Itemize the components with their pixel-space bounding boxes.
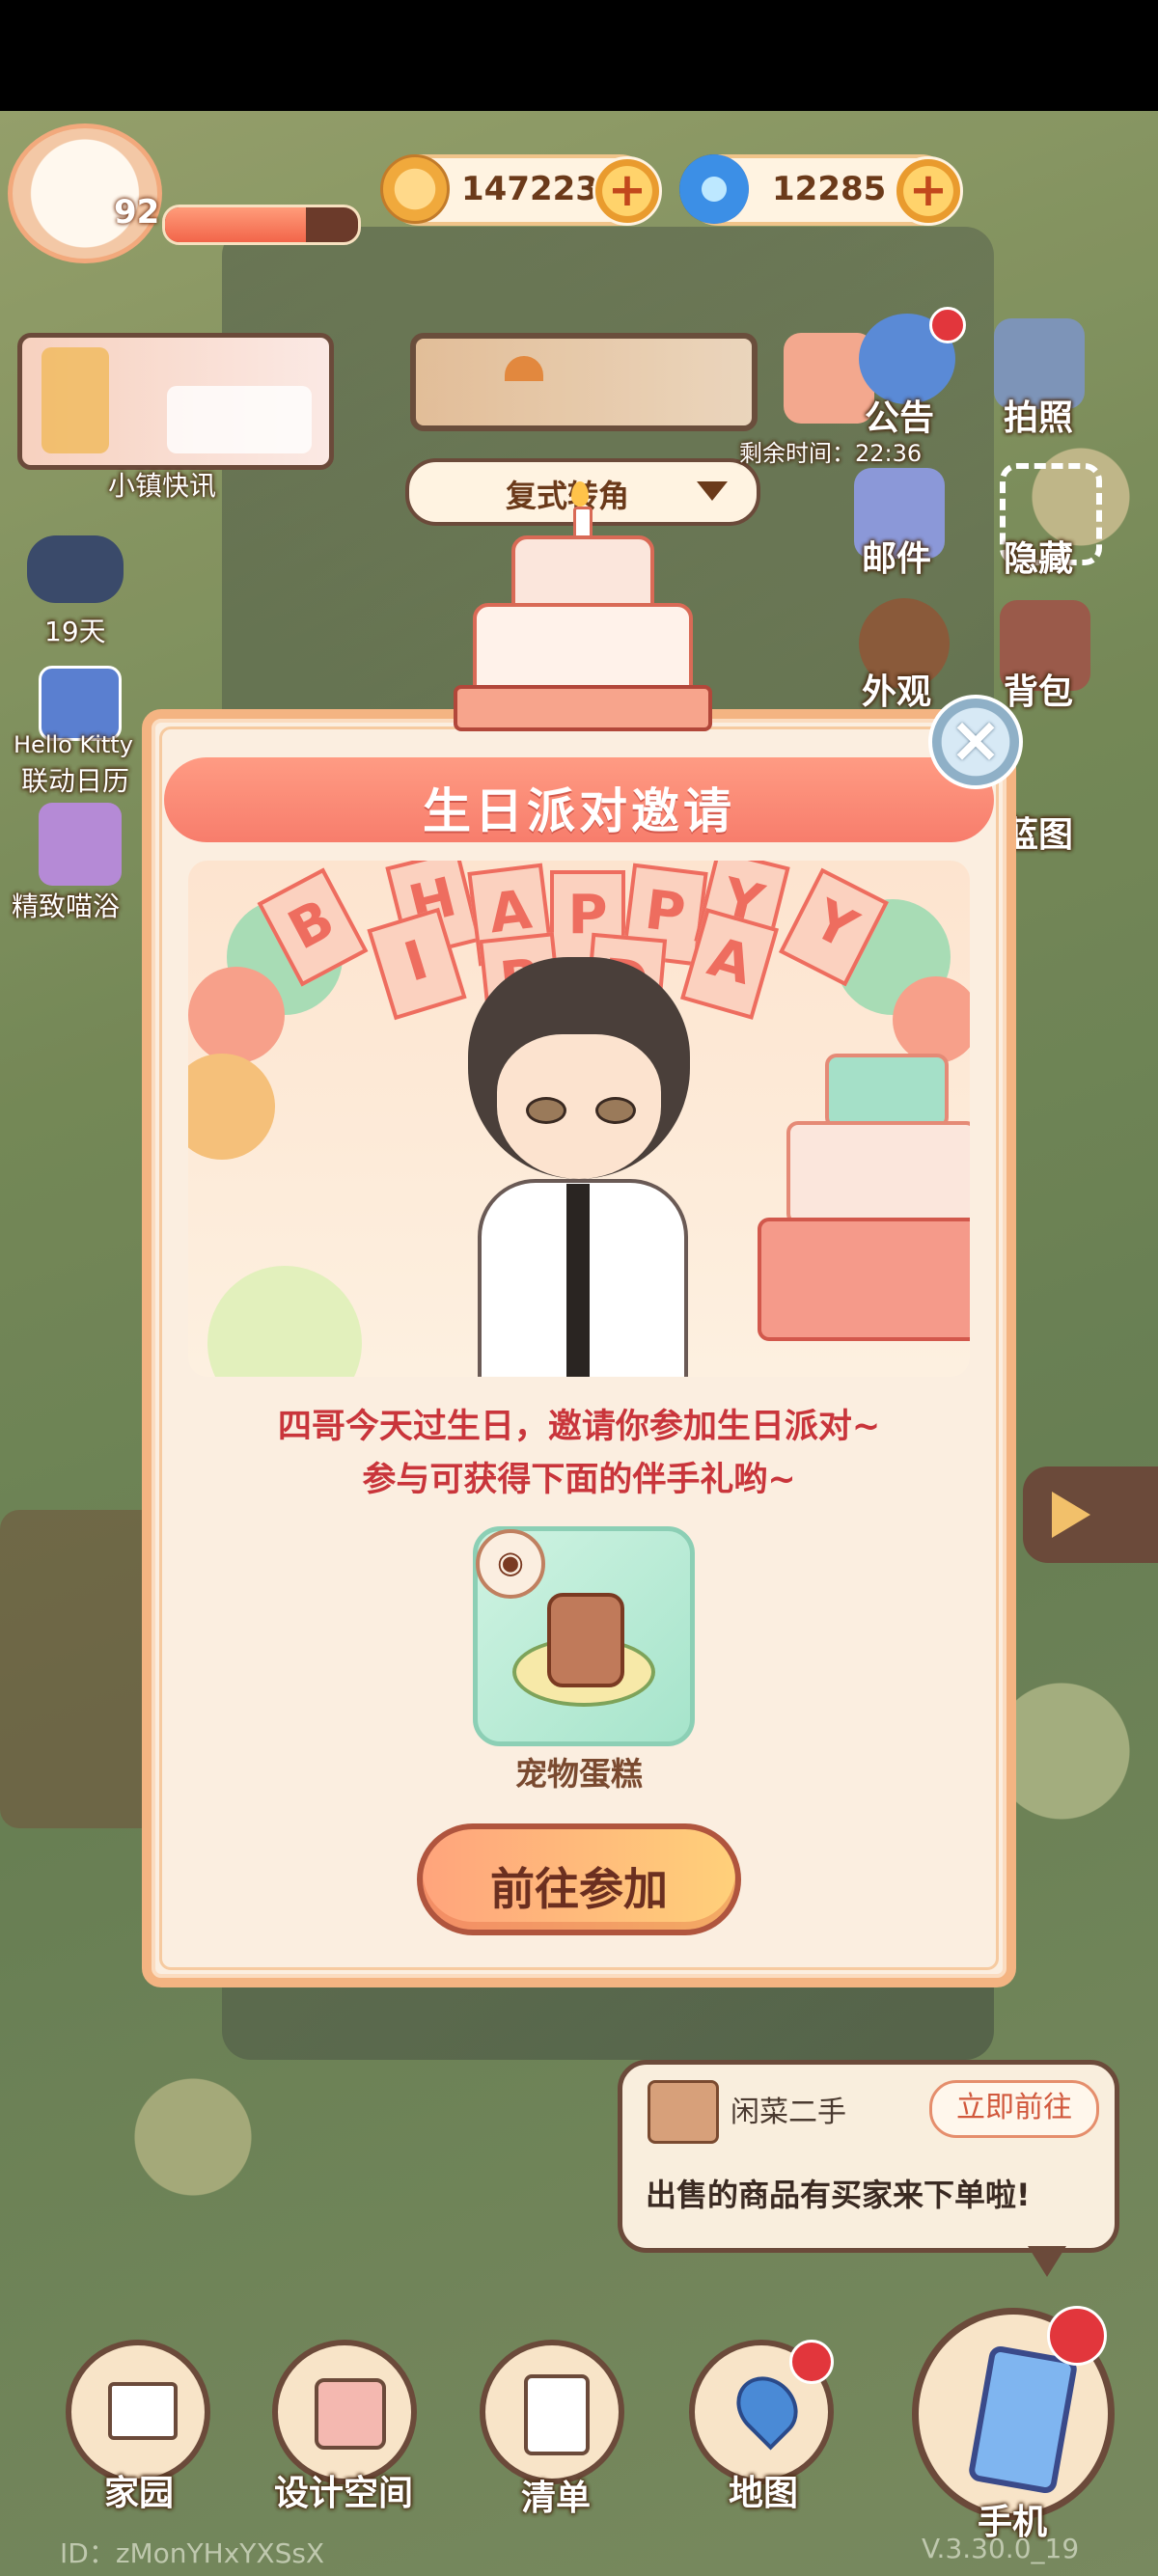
nav-list-label: 清单 [521,2479,592,2518]
notification-app-name: 闲菜二手 [731,2096,846,2129]
character-eye-left [526,1097,566,1124]
calendar-icon[interactable] [39,666,122,741]
character-face [497,1034,661,1179]
join-party-label: 前往参加 [490,1863,668,1915]
close-dialog-button[interactable]: × [928,695,1023,789]
dialog-title: 生日派对邀请 [423,783,735,839]
app-version: V.3.30.0_19 [922,2533,1080,2564]
swirl-gem-icon [679,154,749,224]
notice-badge [929,307,966,343]
add-gems-button[interactable]: + [894,156,963,226]
party-cake-tier-1 [825,1054,949,1129]
hello-kitty-thumb-icon [167,386,312,453]
eye-preview-icon[interactable]: ◉ [476,1529,545,1599]
dialog-title-band: 生日派对邀请 [164,757,994,842]
smartphone-icon [967,2344,1079,2495]
character-eye-right [595,1097,636,1124]
house-icon [108,2382,178,2440]
add-gold-button[interactable]: + [593,156,662,226]
checklist-icon [524,2374,590,2455]
calendar-label-2: 联动日历 [21,765,130,797]
map-badge [789,2340,834,2384]
character-thumb-icon [41,347,109,453]
pet-cake-icon [547,1593,624,1687]
photo-label: 拍照 [1004,398,1074,438]
phone-badge [1047,2306,1107,2366]
news-banner[interactable] [17,333,334,470]
balloon-orange [188,1054,275,1160]
cake-topper-icon [454,481,712,748]
nav-design-button[interactable] [272,2340,417,2484]
calendar-label-1: Hello Kitty [14,731,133,758]
invite-message-line1: 四哥今天过生日，邀请你参加生日派对~ [277,1408,881,1446]
nav-home-button[interactable] [66,2340,210,2484]
xp-fill [165,207,306,242]
reward-item-pet-cake[interactable]: ◉ [473,1526,695,1746]
nav-design-label: 设计空间 [274,2474,414,2513]
xp-bar [162,205,361,245]
join-party-button[interactable]: 前往参加 [417,1823,741,1935]
design-pencil-icon [315,2378,386,2450]
hide-label: 隐藏 [1004,539,1074,579]
go-now-button[interactable]: 立即前往 [929,2080,1099,2138]
gold-coin-icon [380,154,450,224]
news-label: 小镇快讯 [108,470,217,502]
sun-icon [505,356,543,381]
bath-label: 精致喵浴 [12,891,121,922]
goggles-event-icon[interactable] [27,535,124,603]
status-bar [0,0,1158,111]
nav-list-button[interactable] [480,2340,624,2484]
gift-box-icon[interactable] [39,803,122,886]
balloon-pale [207,1266,362,1377]
expand-panel-button[interactable] [1023,1466,1158,1563]
cake-plate [454,685,712,731]
marketplace-notification[interactable]: 闲菜二手 立即前往 出售的商品有买家来下单啦! [618,2060,1119,2253]
chevron-down-icon [697,481,728,501]
cake-tier-bottom [473,603,693,698]
party-cake-tier-2 [786,1121,970,1225]
weather-panel [410,333,758,431]
gem-currency: 12285 + [679,154,963,226]
notification-tail [1028,2246,1066,2277]
invite-message-line2: 参与可获得下面的伴手礼哟~ [362,1461,796,1499]
event-days-label: 19天 [44,616,106,647]
play-arrow-icon [1052,1492,1090,1538]
player-id: ID：zMonYHxYXSsX [60,2537,325,2569]
bag-label: 背包 [1004,672,1074,712]
birthday-party-illustration: HAPPY BIRDAY [188,861,970,1377]
character-tie [566,1184,590,1377]
party-cake-tier-3 [758,1218,970,1341]
mail-label: 邮件 [862,539,932,579]
gold-currency: 1472238 + [380,154,662,226]
gem-amount: 12285 [772,170,887,208]
balloon-red [188,967,285,1063]
balloon-red-right [893,976,970,1063]
shop-box-icon [648,2080,719,2144]
notice-label: 公告 [865,398,935,438]
reward-name: 宠物蛋糕 [515,1755,643,1793]
player-level: 92 [114,193,160,232]
outfit-label: 外观 [862,672,932,712]
candle-flame [571,481,589,507]
nav-home-label: 家园 [104,2474,175,2513]
nav-map-label: 地图 [729,2474,799,2513]
notification-message: 出售的商品有买家来下单啦! [646,2177,1031,2213]
